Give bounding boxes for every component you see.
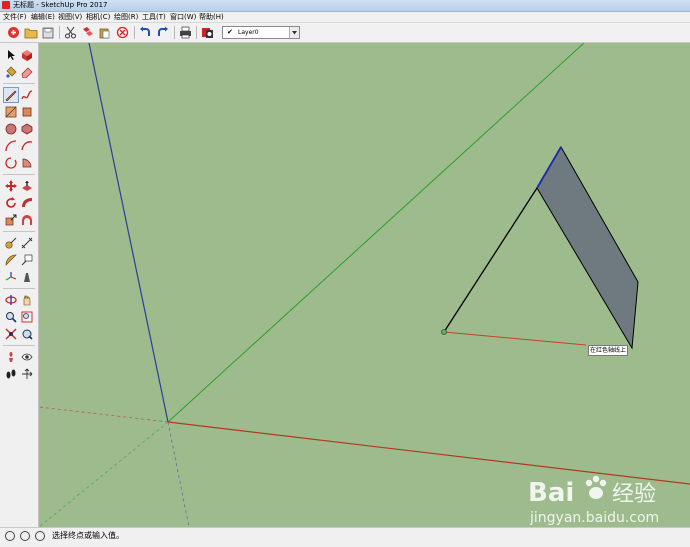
text-icon[interactable] bbox=[20, 253, 34, 267]
new-file-icon[interactable] bbox=[6, 25, 21, 40]
offset-icon[interactable] bbox=[20, 213, 34, 227]
drawn-edge[interactable] bbox=[443, 187, 538, 333]
push-pull-icon[interactable] bbox=[20, 179, 34, 193]
scale-icon[interactable] bbox=[4, 213, 18, 227]
save-icon[interactable] bbox=[40, 25, 55, 40]
credits-icon[interactable] bbox=[20, 531, 30, 541]
zoom-extents-icon[interactable] bbox=[4, 327, 18, 341]
copy-icon[interactable] bbox=[80, 25, 95, 40]
toolbar-divider bbox=[196, 26, 197, 39]
circle-icon[interactable] bbox=[4, 122, 18, 136]
two-point-arc-icon[interactable] bbox=[20, 139, 34, 153]
red-axis-line bbox=[167, 421, 690, 485]
chevron-down-icon[interactable] bbox=[289, 27, 299, 38]
open-folder-icon[interactable] bbox=[23, 25, 38, 40]
position-camera-icon[interactable] bbox=[4, 350, 18, 364]
blue-axis-line bbox=[88, 43, 169, 423]
rubber-band-line-red bbox=[443, 331, 587, 346]
eraser-icon[interactable] bbox=[20, 65, 34, 79]
title-bar: 无标题 - SketchUp Pro 2017 bbox=[0, 0, 690, 12]
menu-help[interactable]: 帮助(H) bbox=[199, 12, 224, 22]
cut-icon[interactable] bbox=[63, 25, 78, 40]
menu-view[interactable]: 视图(V) bbox=[58, 12, 82, 22]
line-pencil-icon[interactable] bbox=[3, 87, 19, 103]
erase-icon[interactable] bbox=[115, 25, 130, 40]
toolbar-divider bbox=[59, 26, 60, 39]
section-plane-icon[interactable] bbox=[20, 367, 34, 381]
look-around-eye-icon[interactable] bbox=[20, 350, 34, 364]
three-point-arc-icon[interactable] bbox=[4, 156, 18, 170]
rectangle-icon[interactable] bbox=[4, 105, 18, 119]
rotated-rectangle-icon[interactable] bbox=[20, 105, 34, 119]
undo-icon[interactable] bbox=[138, 25, 153, 40]
menu-bar: 文件(F) 编辑(E) 视图(V) 相机(C) 绘图(R) 工具(T) 窗口(W… bbox=[0, 12, 690, 23]
protractor-icon[interactable] bbox=[4, 253, 18, 267]
print-icon[interactable] bbox=[178, 25, 193, 40]
toolbar-divider bbox=[3, 174, 35, 175]
status-hint-text: 选择终点或输入值。 bbox=[52, 531, 124, 540]
pan-hand-icon[interactable] bbox=[20, 293, 34, 307]
orbit-icon[interactable] bbox=[4, 293, 18, 307]
dimension-icon[interactable] bbox=[20, 236, 34, 250]
model-info-icon[interactable] bbox=[200, 25, 215, 40]
3d-text-icon[interactable] bbox=[20, 270, 34, 284]
toolbar-divider bbox=[134, 26, 135, 39]
zoom-icon[interactable] bbox=[4, 310, 18, 324]
blue-axis-hidden-line bbox=[167, 421, 190, 527]
layer-visible-check: ✔ bbox=[227, 28, 233, 36]
menu-camera[interactable]: 相机(C) bbox=[86, 12, 110, 22]
arc-icon[interactable] bbox=[4, 139, 18, 153]
window-title: 无标题 - SketchUp Pro 2017 bbox=[13, 1, 108, 9]
zoom-window-icon[interactable] bbox=[20, 310, 34, 324]
walk-footprints-icon[interactable] bbox=[4, 367, 18, 381]
red-axis-hidden-line bbox=[39, 406, 169, 423]
paste-icon[interactable] bbox=[97, 25, 112, 40]
redo-icon[interactable] bbox=[155, 25, 170, 40]
start-point-marker bbox=[441, 329, 447, 335]
tape-measure-icon[interactable] bbox=[4, 236, 18, 250]
toolbar-divider bbox=[3, 83, 35, 84]
make-component-icon[interactable] bbox=[20, 48, 34, 62]
follow-me-icon[interactable] bbox=[20, 196, 34, 210]
paint-bucket-icon[interactable] bbox=[4, 65, 18, 79]
geo-location-icon[interactable] bbox=[5, 531, 15, 541]
help-question-icon[interactable] bbox=[35, 531, 45, 541]
polygon-icon[interactable] bbox=[20, 122, 34, 136]
freehand-icon[interactable] bbox=[20, 88, 34, 102]
rotate-icon[interactable] bbox=[4, 196, 18, 210]
green-axis-hidden-line bbox=[39, 421, 169, 527]
green-axis-line bbox=[167, 43, 585, 423]
toolbar-divider bbox=[3, 288, 35, 289]
layer-dropdown-value: Layer0 bbox=[238, 29, 259, 36]
sketchup-app-icon bbox=[2, 1, 10, 9]
toolbar-divider bbox=[3, 231, 35, 232]
menu-window[interactable]: 窗口(W) bbox=[170, 12, 196, 22]
previous-view-icon[interactable] bbox=[20, 327, 34, 341]
status-bar: 选择终点或输入值。 bbox=[0, 527, 690, 547]
menu-tools[interactable]: 工具(T) bbox=[142, 12, 166, 22]
extruded-face[interactable] bbox=[536, 146, 639, 350]
drawing-viewport[interactable]: 在红色轴线上 Bai 经验 jingyan.baidu.com bbox=[39, 43, 690, 527]
axes-icon[interactable] bbox=[4, 270, 18, 284]
pie-icon[interactable] bbox=[20, 156, 34, 170]
menu-draw[interactable]: 绘图(R) bbox=[114, 12, 138, 22]
main-toolbar: ✔ Layer0 bbox=[0, 23, 690, 43]
move-icon[interactable] bbox=[4, 179, 18, 193]
toolbar-divider bbox=[3, 345, 35, 346]
model-canvas[interactable] bbox=[39, 43, 690, 527]
large-tool-set bbox=[0, 43, 39, 527]
layer-dropdown[interactable]: ✔ Layer0 bbox=[222, 26, 300, 39]
select-arrow-icon[interactable] bbox=[4, 48, 18, 62]
menu-file[interactable]: 文件(F) bbox=[3, 12, 27, 22]
toolbar-divider bbox=[174, 26, 175, 39]
menu-edit[interactable]: 编辑(E) bbox=[31, 12, 55, 22]
inference-tooltip: 在红色轴线上 bbox=[588, 345, 629, 356]
